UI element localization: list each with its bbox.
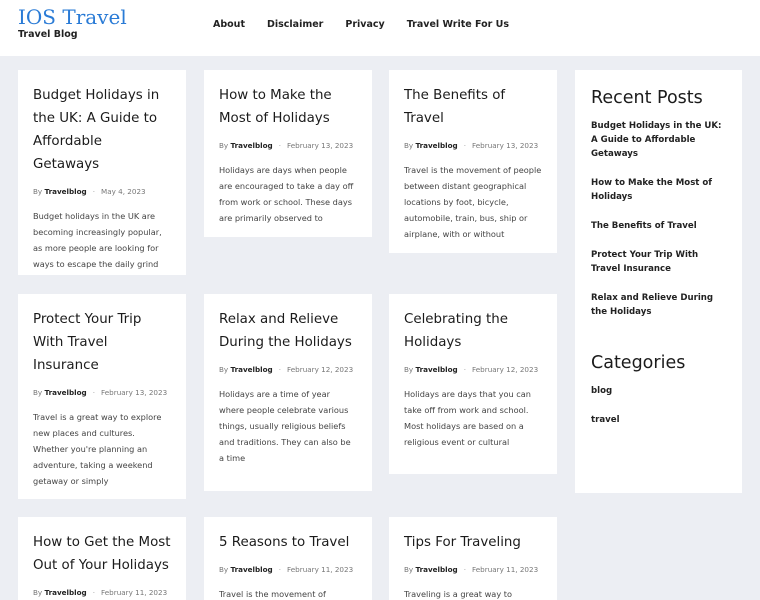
- categories-list: blog travel: [591, 384, 726, 427]
- post-author[interactable]: Travelblog: [415, 565, 457, 574]
- category-link-travel[interactable]: travel: [591, 413, 726, 427]
- post-title[interactable]: Celebrating the Holidays: [404, 308, 542, 354]
- recent-post-link[interactable]: How to Make the Most of Holidays: [591, 176, 726, 204]
- post-author[interactable]: Travelblog: [44, 388, 86, 397]
- post-meta: By Travelblog · May 4, 2023: [33, 187, 146, 196]
- post-author[interactable]: Travelblog: [415, 141, 457, 150]
- post-title[interactable]: Relax and Relieve During the Holidays: [219, 308, 357, 354]
- post-card: How to Make the Most of Holidays By Trav…: [204, 70, 372, 237]
- post-excerpt: Travel is the movement of: [219, 589, 326, 599]
- post-card: Budget Holidays in the UK: A Guide to Af…: [18, 70, 186, 275]
- post-meta: By Travelblog · February 11, 2023: [219, 565, 354, 574]
- recent-posts-heading: Recent Posts: [591, 88, 703, 108]
- post-author[interactable]: Travelblog: [44, 187, 86, 196]
- post-meta: By Travelblog · February 11, 2023: [404, 565, 539, 574]
- post-date: February 12, 2023: [472, 365, 539, 374]
- post-author[interactable]: Travelblog: [230, 365, 272, 374]
- post-title[interactable]: Protect Your Trip With Travel Insurance: [33, 308, 171, 377]
- post-excerpt: Budget holidays in the UK are becoming i…: [33, 211, 162, 269]
- post-author[interactable]: Travelblog: [230, 141, 272, 150]
- recent-post-link[interactable]: Budget Holidays in the UK: A Guide to Af…: [591, 119, 726, 161]
- post-excerpt: Travel is the movement of people between…: [404, 165, 542, 239]
- post-date: February 11, 2023: [472, 565, 539, 574]
- recent-posts-list: Budget Holidays in the UK: A Guide to Af…: [591, 119, 726, 319]
- post-author[interactable]: Travelblog: [230, 565, 272, 574]
- post-meta: By Travelblog · February 13, 2023: [404, 141, 539, 150]
- main-nav: About Disclaimer Privacy Travel Write Fo…: [213, 19, 531, 30]
- post-meta: By Travelblog · February 12, 2023: [219, 365, 354, 374]
- post-card: Protect Your Trip With Travel Insurance …: [18, 294, 186, 499]
- post-card: How to Get the Most Out of Your Holidays…: [18, 517, 186, 600]
- categories-heading: Categories: [591, 353, 686, 373]
- recent-post-link[interactable]: Protect Your Trip With Travel Insurance: [591, 248, 726, 276]
- post-card: Celebrating the Holidays By Travelblog · F…: [389, 294, 557, 474]
- post-meta: By Travelblog · February 13, 2023: [33, 388, 168, 397]
- nav-privacy[interactable]: Privacy: [345, 19, 384, 30]
- post-date: February 13, 2023: [472, 141, 539, 150]
- post-title[interactable]: Tips For Traveling: [404, 531, 542, 554]
- post-title[interactable]: Budget Holidays in the UK: A Guide to Af…: [33, 84, 171, 176]
- post-excerpt: Holidays are days that you can take off …: [404, 389, 531, 447]
- post-excerpt: Holidays are a time of year where people…: [219, 389, 351, 463]
- post-title[interactable]: How to Make the Most of Holidays: [219, 84, 357, 130]
- post-date: February 13, 2023: [101, 388, 168, 397]
- post-card: The Benefits of Travel By Travelblog · Feb…: [389, 70, 557, 253]
- post-date: February 11, 2023: [101, 588, 168, 597]
- post-title[interactable]: 5 Reasons to Travel: [219, 531, 357, 554]
- post-date: February 11, 2023: [287, 565, 354, 574]
- post-title[interactable]: The Benefits of Travel: [404, 84, 542, 130]
- post-title[interactable]: How to Get the Most Out of Your Holidays: [33, 531, 171, 577]
- recent-post-link[interactable]: The Benefits of Travel: [591, 219, 726, 233]
- site-title[interactable]: IOS Travel: [18, 5, 127, 29]
- post-card: 5 Reasons to Travel By Travelblog · Februa…: [204, 517, 372, 600]
- site-tagline: Travel Blog: [18, 29, 78, 40]
- post-excerpt: Traveling is a great way to: [404, 589, 512, 599]
- nav-about[interactable]: About: [213, 19, 245, 30]
- post-meta: By Travelblog · February 12, 2023: [404, 365, 539, 374]
- sidebar: Recent Posts Budget Holidays in the UK: …: [575, 70, 742, 493]
- post-excerpt: Travel is a great way to explore new pla…: [33, 412, 162, 486]
- post-date: February 13, 2023: [287, 141, 354, 150]
- post-excerpt: Holidays are days when people are encour…: [219, 165, 354, 223]
- post-author[interactable]: Travelblog: [415, 365, 457, 374]
- post-date: February 12, 2023: [287, 365, 354, 374]
- site-header: IOS Travel Travel Blog About Disclaimer …: [0, 0, 760, 56]
- nav-disclaimer[interactable]: Disclaimer: [267, 19, 323, 30]
- post-author[interactable]: Travelblog: [44, 588, 86, 597]
- recent-post-link[interactable]: Relax and Relieve During the Holidays: [591, 291, 726, 319]
- post-card: Tips For Traveling By Travelblog · Februar…: [389, 517, 557, 600]
- category-link-blog[interactable]: blog: [591, 384, 726, 398]
- post-date: May 4, 2023: [101, 187, 146, 196]
- post-card: Relax and Relieve During the Holidays By…: [204, 294, 372, 491]
- nav-travel-write-for-us[interactable]: Travel Write For Us: [407, 19, 509, 30]
- post-meta: By Travelblog · February 11, 2023: [33, 588, 168, 597]
- post-meta: By Travelblog · February 13, 2023: [219, 141, 354, 150]
